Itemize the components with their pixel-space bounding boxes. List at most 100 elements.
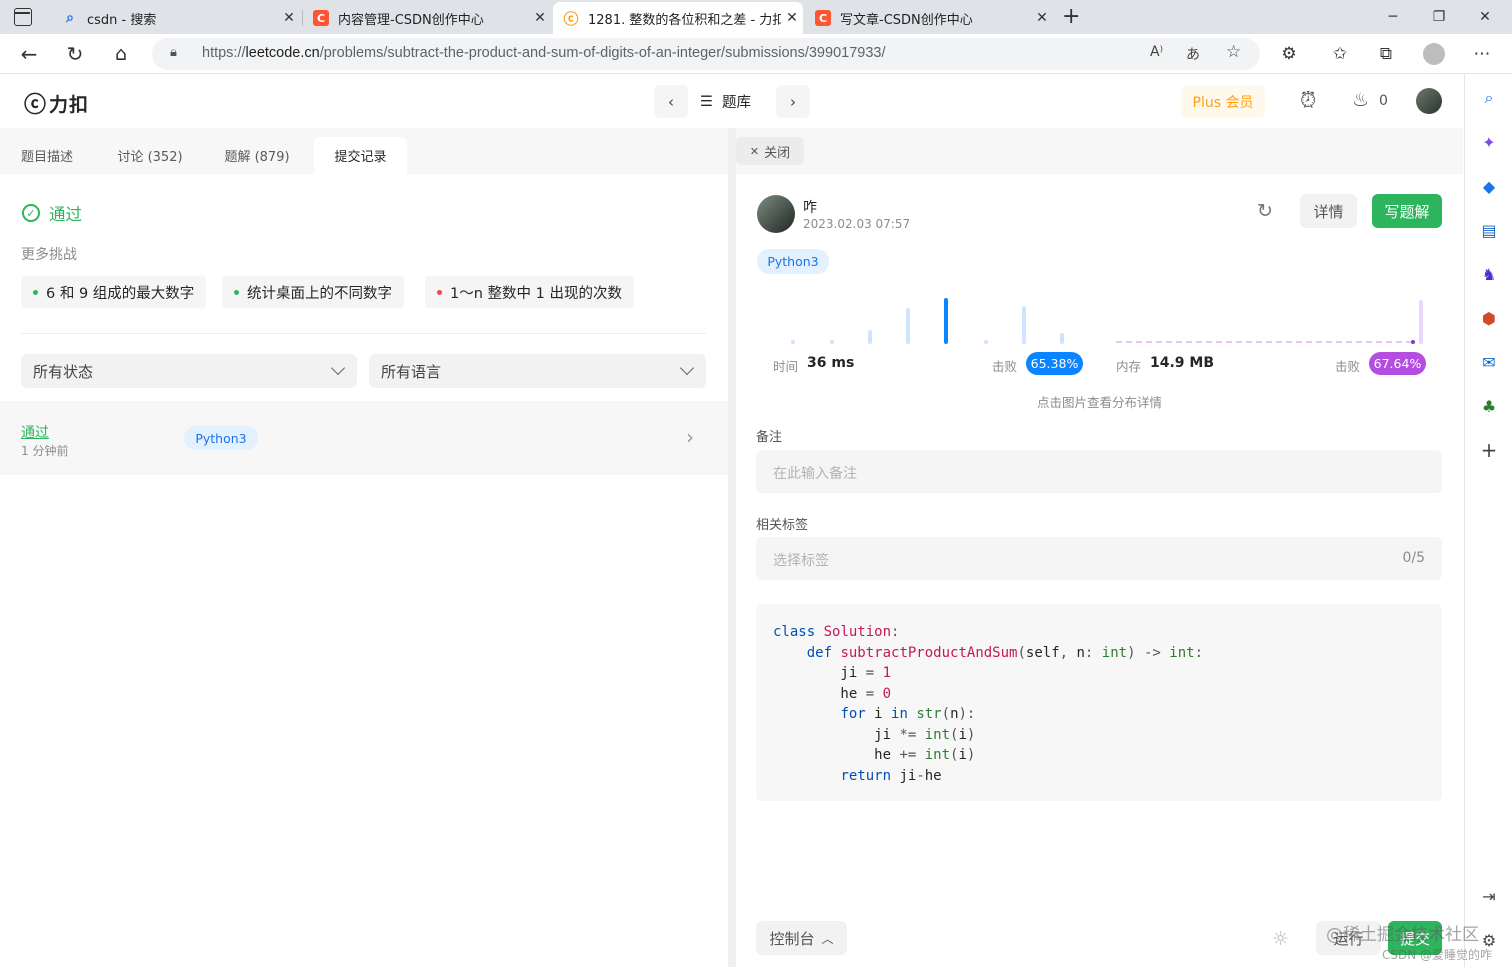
code-line: class Solution: bbox=[773, 624, 900, 640]
right-tab-bar: ✕ 关闭 bbox=[736, 128, 1463, 174]
shopping-tag-icon[interactable]: ◆ bbox=[1479, 176, 1499, 196]
collections-icon[interactable]: ⧉ bbox=[1370, 38, 1402, 70]
tab-solutions[interactable]: 题解 (879) bbox=[214, 137, 300, 174]
leetcode-logo-icon: ⓒ bbox=[24, 93, 47, 118]
restore-icon[interactable]: ❐ bbox=[1416, 0, 1462, 34]
browser-sidebar: ⌕ ✦ ◆ ▤ ♞ ⬢ ✉ ♣ + ⇥ ⚙ bbox=[1464, 74, 1512, 967]
close-label: 关闭 bbox=[764, 145, 791, 161]
memory-marker bbox=[1411, 340, 1415, 344]
alarm-icon[interactable]: ⏰︎ bbox=[1300, 88, 1316, 113]
read-aloud-icon[interactable]: A⁾ bbox=[1150, 44, 1163, 60]
streak-fire-icon[interactable]: ♨ bbox=[1352, 89, 1369, 111]
challenge-chip[interactable]: 统计桌面上的不同数字 bbox=[222, 276, 404, 308]
browser-toolbar: ← ↻ ⌂ 🔒︎ https://leetcode.cn/problems/su… bbox=[0, 34, 1512, 74]
sidebar-search-icon[interactable]: ⌕ bbox=[1479, 88, 1499, 108]
runtime-bar bbox=[868, 330, 872, 344]
runtime-distribution-chart[interactable] bbox=[772, 288, 1072, 344]
drop-icon[interactable]: ♣ bbox=[1479, 396, 1499, 416]
more-challenges-label: 更多挑战 bbox=[21, 247, 77, 263]
submission-time: 1 分钟前 bbox=[21, 444, 69, 458]
more-menu-icon[interactable]: ⋯ bbox=[1466, 38, 1498, 70]
challenge-chip[interactable]: 6 和 9 组成的最大数字 bbox=[21, 276, 207, 308]
memory-bar bbox=[1419, 300, 1423, 344]
office-icon[interactable]: ⬢ bbox=[1479, 308, 1499, 328]
plus-membership-button[interactable]: Plus 会员 bbox=[1181, 85, 1265, 118]
prev-problem-button[interactable]: ‹ bbox=[654, 85, 688, 118]
tab-description[interactable]: 题目描述 bbox=[8, 137, 86, 174]
runtime-value: 36 ms bbox=[807, 355, 855, 371]
panel-resizer[interactable] bbox=[728, 128, 736, 967]
lock-icon[interactable]: 🔒︎ bbox=[170, 45, 177, 60]
minimize-icon[interactable]: ─ bbox=[1370, 0, 1416, 34]
new-tab-icon[interactable]: + bbox=[1062, 4, 1080, 29]
tools-icon[interactable]: ▤ bbox=[1479, 220, 1499, 240]
submission-status[interactable]: 通过 bbox=[21, 422, 49, 442]
tags-select[interactable]: 选择标签 0/5 bbox=[756, 537, 1442, 580]
notes-input[interactable]: 在此输入备注 bbox=[756, 450, 1442, 493]
close-tab-icon[interactable]: ✕ bbox=[278, 10, 300, 26]
debug-icon[interactable]: ☼ bbox=[1272, 928, 1289, 950]
console-button[interactable]: 控制台 ︿ bbox=[756, 921, 847, 955]
chevron-up-icon: ︿ bbox=[821, 931, 834, 946]
home-icon[interactable]: ⌂ bbox=[105, 38, 137, 70]
submission-date: 2023.02.03 07:57 bbox=[803, 217, 911, 231]
close-detail-tab[interactable]: ✕ 关闭 bbox=[736, 137, 804, 165]
difficulty-dot bbox=[33, 289, 38, 295]
language-filter-select[interactable]: 所有语言 bbox=[369, 354, 706, 388]
share-icon[interactable]: ↻ bbox=[1257, 200, 1273, 222]
detail-button[interactable]: 详情 bbox=[1300, 194, 1357, 228]
memory-distribution-chart[interactable] bbox=[1116, 296, 1424, 344]
watermark: @稀土掘金技术社区 bbox=[1326, 925, 1479, 945]
runtime-bar bbox=[791, 340, 795, 344]
copilot-icon[interactable]: ✦ bbox=[1479, 132, 1499, 152]
extensions-icon[interactable]: ⚙ bbox=[1273, 38, 1305, 70]
submission-row[interactable]: 通过 1 分钟前 Python3 › bbox=[0, 401, 728, 475]
problem-list-button[interactable]: ☰ 题库 bbox=[700, 91, 751, 112]
tab-submissions[interactable]: 提交记录 bbox=[314, 137, 407, 174]
games-icon[interactable]: ♞ bbox=[1479, 264, 1499, 284]
runtime-bar bbox=[1022, 306, 1026, 344]
browser-tab-csdn-write[interactable]: C 写文章-CSDN创作中心 ✕ bbox=[805, 2, 1053, 34]
streak-count: 0 bbox=[1379, 93, 1388, 109]
address-bar[interactable]: 🔒︎ https://leetcode.cn/problems/subtract… bbox=[152, 38, 1260, 70]
add-favorite-icon[interactable]: ☆ bbox=[1226, 42, 1241, 62]
leetcode-logo[interactable]: ⓒ 力扣 bbox=[24, 87, 89, 119]
outlook-icon[interactable]: ✉ bbox=[1479, 352, 1499, 372]
memory-beat-label: 击败 bbox=[1335, 359, 1361, 374]
tab-title: 内容管理-CSDN创作中心 bbox=[338, 12, 484, 28]
csdn-icon: C bbox=[313, 10, 329, 26]
browser-tab-leetcode[interactable]: ⓒ 1281. 整数的各位积和之差 - 力扣 ✕ bbox=[553, 2, 803, 34]
runtime-bar bbox=[944, 298, 948, 344]
close-window-icon[interactable]: ✕ bbox=[1462, 0, 1508, 34]
refresh-icon[interactable]: ↻ bbox=[59, 38, 91, 70]
tab-actions-icon[interactable] bbox=[14, 8, 32, 26]
runtime-bar bbox=[906, 308, 910, 344]
chevron-down-icon bbox=[679, 360, 695, 376]
back-icon[interactable]: ← bbox=[13, 38, 45, 70]
close-tab-icon[interactable]: ✕ bbox=[781, 10, 803, 26]
hide-sidebar-icon[interactable]: ⇥ bbox=[1479, 886, 1499, 906]
write-solution-button[interactable]: 写题解 bbox=[1372, 194, 1442, 228]
close-tab-icon[interactable]: ✕ bbox=[1031, 10, 1053, 26]
close-tab-icon[interactable]: ✕ bbox=[529, 10, 551, 26]
add-sidebar-icon[interactable]: + bbox=[1479, 438, 1499, 462]
status-text: 通过 bbox=[49, 205, 82, 224]
status-filter-select[interactable]: 所有状态 bbox=[21, 354, 357, 388]
user-avatar[interactable] bbox=[1416, 88, 1442, 114]
next-problem-button[interactable]: › bbox=[776, 85, 810, 118]
translate-icon[interactable]: あ bbox=[1186, 44, 1200, 64]
code-line: ji *= int(i) bbox=[773, 726, 976, 743]
favorites-icon[interactable]: ✩ bbox=[1324, 38, 1356, 70]
language-badge: Python3 bbox=[757, 249, 829, 274]
tab-title: 写文章-CSDN创作中心 bbox=[840, 12, 973, 28]
url-text: https://leetcode.cn/problems/subtract-th… bbox=[202, 45, 886, 61]
submitter-name: 咋 bbox=[803, 200, 817, 216]
profile-avatar[interactable] bbox=[1418, 38, 1450, 70]
chevron-right-icon[interactable]: › bbox=[686, 425, 694, 449]
code-line: ji = 1 bbox=[773, 665, 892, 681]
challenge-chip[interactable]: 1～n 整数中 1 出现的次数 bbox=[425, 276, 634, 308]
memory-value: 14.9 MB bbox=[1150, 355, 1215, 371]
tab-discussion[interactable]: 讨论 (352) bbox=[108, 137, 192, 174]
browser-tab-csdn-content[interactable]: C 内容管理-CSDN创作中心 ✕ bbox=[303, 2, 551, 34]
browser-tab-search[interactable]: ⌕ csdn - 搜索 ✕ bbox=[52, 2, 300, 34]
